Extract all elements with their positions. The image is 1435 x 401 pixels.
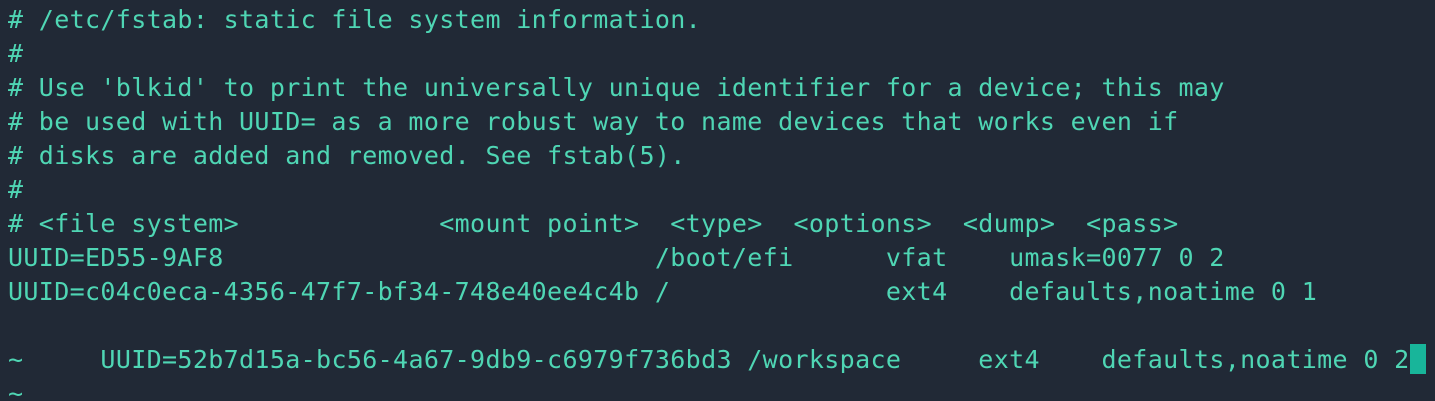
blkid-comment-line[interactable]: # Use 'blkid' to print the universally u…: [8, 71, 1428, 105]
terminal-window[interactable]: # /etc/fstab: static file system informa…: [0, 0, 1435, 401]
empty-line-marker: ~: [8, 379, 24, 401]
boot-efi-entry-line[interactable]: UUID=ED55-9AF8 /boot/efi vfat umask=0077…: [8, 241, 1428, 275]
text-cursor: [1409, 344, 1426, 374]
fstab-editor-buffer[interactable]: # /etc/fstab: static file system informa…: [8, 3, 1428, 401]
workspace-entry-text[interactable]: UUID=52b7d15a-bc56-4a67-9db9-c6979f736bd…: [100, 345, 1409, 374]
fstab-header-line[interactable]: # /etc/fstab: static file system informa…: [8, 3, 1428, 37]
comment-line[interactable]: #: [8, 37, 1428, 71]
uuid-comment-line[interactable]: # be used with UUID= as a more robust wa…: [8, 105, 1428, 139]
fstab-column-header-line[interactable]: # <file system> <mount point> <type> <op…: [8, 207, 1428, 241]
fstab-reference-comment-line[interactable]: # disks are added and removed. See fstab…: [8, 139, 1428, 173]
comment-line[interactable]: #: [8, 173, 1428, 207]
workspace-entry-line[interactable]: UUID=52b7d15a-bc56-4a67-9db9-c6979f736bd…: [8, 309, 1428, 374]
root-entry-line[interactable]: UUID=c04c0eca-4356-47f7-bf34-748e40ee4c4…: [8, 275, 1428, 309]
